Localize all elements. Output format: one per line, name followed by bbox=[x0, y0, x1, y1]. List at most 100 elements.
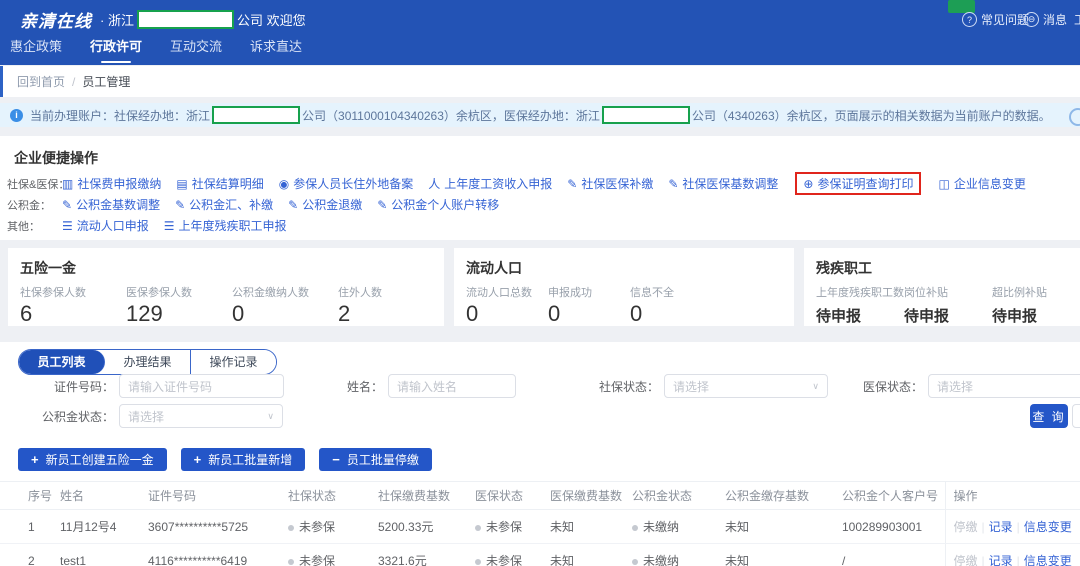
welcome-bar: 亲清在线 · 浙江 公司 欢迎您 bbox=[20, 7, 306, 32]
cell-actions: 停缴|记录|信息变更 bbox=[945, 544, 1080, 566]
faq-link[interactable]: ? 常见问题 bbox=[962, 11, 1029, 28]
quick-op-流动人口申报[interactable]: ☰流动人口申报 bbox=[62, 217, 149, 234]
cell-yibao_status: 未参保 bbox=[475, 544, 550, 566]
cell-id_number: 3607**********5725 bbox=[148, 510, 288, 544]
notice-text-3: 公司（4340263）余杭区，页面展示的相关数据为当前账户的数据。 bbox=[692, 107, 1051, 124]
card-icon: ▥ bbox=[62, 178, 73, 190]
filter-shebao-status: 社保状态： 请选择 ∨ bbox=[598, 374, 828, 398]
metric-社保参保人数: 社保参保人数6 bbox=[20, 284, 126, 327]
page: 亲清在线 · 浙江 公司 欢迎您 ? 常见问题 ⊖ 消息 工 惠企政策行政许可互… bbox=[0, 0, 1080, 566]
column-header-公积金缴存基数: 公积金缴存基数 bbox=[725, 482, 842, 510]
quick-ops-rows: 社保&医保：▥社保费申报缴纳▤社保结算明细◉参保人员长住外地备案人上年度工资收入… bbox=[7, 173, 1074, 236]
gjj-status-select[interactable]: 请选择 ∨ bbox=[119, 404, 283, 428]
edit-icon: ✎ bbox=[377, 199, 387, 211]
id-number-input[interactable]: 请输入证件号码 bbox=[119, 374, 284, 398]
quick-op-社保结算明细[interactable]: ▤社保结算明细 bbox=[176, 175, 263, 192]
tab-员工列表[interactable]: 员工列表 bbox=[19, 350, 105, 374]
quick-ops-row: 公积金：✎公积金基数调整✎公积金汇、补缴✎公积金退缴✎公积金个人账户转移 bbox=[7, 194, 1074, 215]
stats-card-残疾职工: 残疾职工上年度残疾职工数待申报岗位补贴待申报超比例补贴待申报 bbox=[804, 248, 1080, 326]
edit-icon: ✎ bbox=[288, 199, 298, 211]
badge-icon: ◉ bbox=[279, 178, 289, 190]
quick-op-社保医保补缴[interactable]: ✎社保医保补缴 bbox=[567, 175, 653, 192]
column-header-序号: 序号 bbox=[0, 482, 60, 510]
quick-op-label: 公积金基数调整 bbox=[76, 196, 160, 213]
quick-op-label: 社保结算明细 bbox=[192, 175, 264, 192]
nav-item-互动交流[interactable]: 互动交流 bbox=[170, 36, 222, 65]
quick-op-企业信息变更[interactable]: ◫企业信息变更 bbox=[938, 175, 1025, 192]
chevron-down-icon: ∨ bbox=[812, 381, 819, 392]
quick-ops-row-label: 公积金： bbox=[7, 197, 62, 213]
action-button-新员工创建五险一金[interactable]: +新员工创建五险一金 bbox=[18, 448, 167, 471]
tab-操作记录[interactable]: 操作记录 bbox=[191, 350, 276, 374]
metric-value: 2 bbox=[338, 301, 444, 327]
action-button-员工批量停缴[interactable]: −员工批量停缴 bbox=[319, 448, 432, 471]
search-button[interactable]: 查 询 bbox=[1030, 404, 1068, 428]
quick-op-参保证明查询打印[interactable]: ⊕参保证明查询打印 bbox=[795, 172, 921, 195]
quick-op-公积金退缴[interactable]: ✎公积金退缴 bbox=[288, 196, 362, 213]
bulk-actions-row: +新员工创建五险一金 +新员工批量新增 −员工批量停缴 bbox=[18, 448, 432, 471]
cell-shebao_status: 未参保 bbox=[288, 544, 378, 566]
redacted-company-name bbox=[602, 106, 690, 124]
quick-ops-row-label: 其他： bbox=[7, 218, 62, 234]
quick-op-参保人员长住外地备案[interactable]: ◉ 参保人员长住外地备案 bbox=[279, 175, 414, 192]
quick-op-label: 公积金个人账户转移 bbox=[391, 196, 499, 213]
edit-icon: ✎ bbox=[567, 178, 577, 190]
employee-table-wrap: 序号姓名证件号码社保状态社保缴费基数医保状态医保缴费基数公积金状态公积金缴存基数… bbox=[0, 481, 1080, 566]
row-action-记录[interactable]: 记录 bbox=[989, 554, 1013, 566]
row-action-停缴: 停缴 bbox=[954, 554, 978, 566]
row-action-信息变更[interactable]: 信息变更 bbox=[1024, 520, 1072, 534]
cell-yibao_base: 未知 bbox=[550, 544, 632, 566]
row-action-信息变更[interactable]: 信息变更 bbox=[1024, 554, 1072, 566]
quick-ops-items: ▥社保费申报缴纳 ▤社保结算明细 ◉ 参保人员长住外地备案人上年度工资收入申报 ✎社保医… bbox=[62, 172, 1026, 195]
nav-item-惠企政策[interactable]: 惠企政策 bbox=[10, 36, 62, 65]
edit-icon: ✎ bbox=[62, 199, 72, 211]
cell-gjj_account: 100289903001 bbox=[842, 510, 945, 544]
employee-table: 序号姓名证件号码社保状态社保缴费基数医保状态医保缴费基数公积金状态公积金缴存基数… bbox=[0, 481, 1080, 566]
quick-op-label: 参保人员长住外地备案 bbox=[293, 175, 413, 192]
metric-超比例补贴: 超比例补贴待申报 bbox=[992, 284, 1080, 326]
column-header-姓名: 姓名 bbox=[60, 482, 148, 510]
metric-value: 待申报 bbox=[904, 305, 992, 326]
row-action-记录[interactable]: 记录 bbox=[989, 520, 1013, 534]
action-separator: | bbox=[982, 520, 985, 534]
shebao-status-select[interactable]: 请选择 ∨ bbox=[664, 374, 828, 398]
reset-button-partial[interactable] bbox=[1072, 404, 1080, 428]
quick-op-社保医保基数调整[interactable]: ✎社保医保基数调整 bbox=[668, 175, 778, 192]
notice-text-2: 公司（3011000104340263）余杭区，医保经办地：浙江 bbox=[302, 107, 600, 124]
chevron-down-icon: ∨ bbox=[267, 411, 274, 422]
app-logo: 亲清在线 bbox=[20, 7, 92, 32]
action-button-新员工批量新增[interactable]: +新员工批量新增 bbox=[181, 448, 306, 471]
metric-value: 0 bbox=[232, 301, 338, 327]
quick-op-公积金汇、补缴[interactable]: ✎公积金汇、补缴 bbox=[175, 196, 273, 213]
notice-corner-icon[interactable] bbox=[1069, 108, 1080, 126]
cell-yibao_base: 未知 bbox=[550, 510, 632, 544]
cell-shebao_base: 5200.33元 bbox=[378, 510, 475, 544]
nav-item-行政许可[interactable]: 行政许可 bbox=[90, 36, 142, 65]
metric-信息不全: 信息不全0 bbox=[630, 284, 712, 327]
info-icon: i bbox=[10, 109, 23, 122]
action-separator: | bbox=[1017, 520, 1020, 534]
breadcrumb-home-link[interactable]: 回到首页 bbox=[17, 73, 65, 90]
yibao-status-select[interactable]: 请选择 bbox=[928, 374, 1080, 398]
quick-op-公积金个人账户转移[interactable]: ✎ 公积金个人账户转移 bbox=[377, 196, 499, 213]
nav-item-诉求直达[interactable]: 诉求直达 bbox=[250, 36, 302, 65]
nav-overflow-item[interactable]: 工 bbox=[1074, 11, 1080, 28]
cell-actions: 停缴|记录|信息变更 bbox=[945, 510, 1080, 544]
plus-icon: + bbox=[31, 452, 39, 467]
name-input[interactable]: 请输入姓名 bbox=[388, 374, 516, 398]
breadcrumb-separator: / bbox=[72, 75, 75, 89]
quick-op-上年度工资收入申报[interactable]: 人上年度工资收入申报 bbox=[428, 175, 552, 192]
notice-text-1: 当前办理账户：社保经办地：浙江 bbox=[30, 107, 210, 124]
metric-label: 医保参保人数 bbox=[126, 284, 232, 300]
status-text: 未参保 bbox=[486, 554, 522, 566]
filter-name: 姓名： 请输入姓名 bbox=[330, 374, 516, 398]
messages-link[interactable]: ⊖ 消息 bbox=[1024, 11, 1067, 28]
quick-op-社保费申报缴纳[interactable]: ▥社保费申报缴纳 bbox=[62, 175, 161, 192]
metric-value: 0 bbox=[630, 301, 712, 327]
quick-op-公积金基数调整[interactable]: ✎ 公积金基数调整 bbox=[62, 196, 160, 213]
quick-ops-title: 企业便捷操作 bbox=[14, 148, 98, 168]
quick-op-上年度残疾职工申报[interactable]: ☰上年度残疾职工申报 bbox=[164, 217, 287, 234]
tab-办理结果[interactable]: 办理结果 bbox=[105, 350, 191, 374]
table-row: 2test14116**********6419未参保3321.6元未参保未知未… bbox=[0, 544, 1080, 566]
stats-metrics: 流动人口总数0申报成功0信息不全0 bbox=[454, 278, 794, 327]
